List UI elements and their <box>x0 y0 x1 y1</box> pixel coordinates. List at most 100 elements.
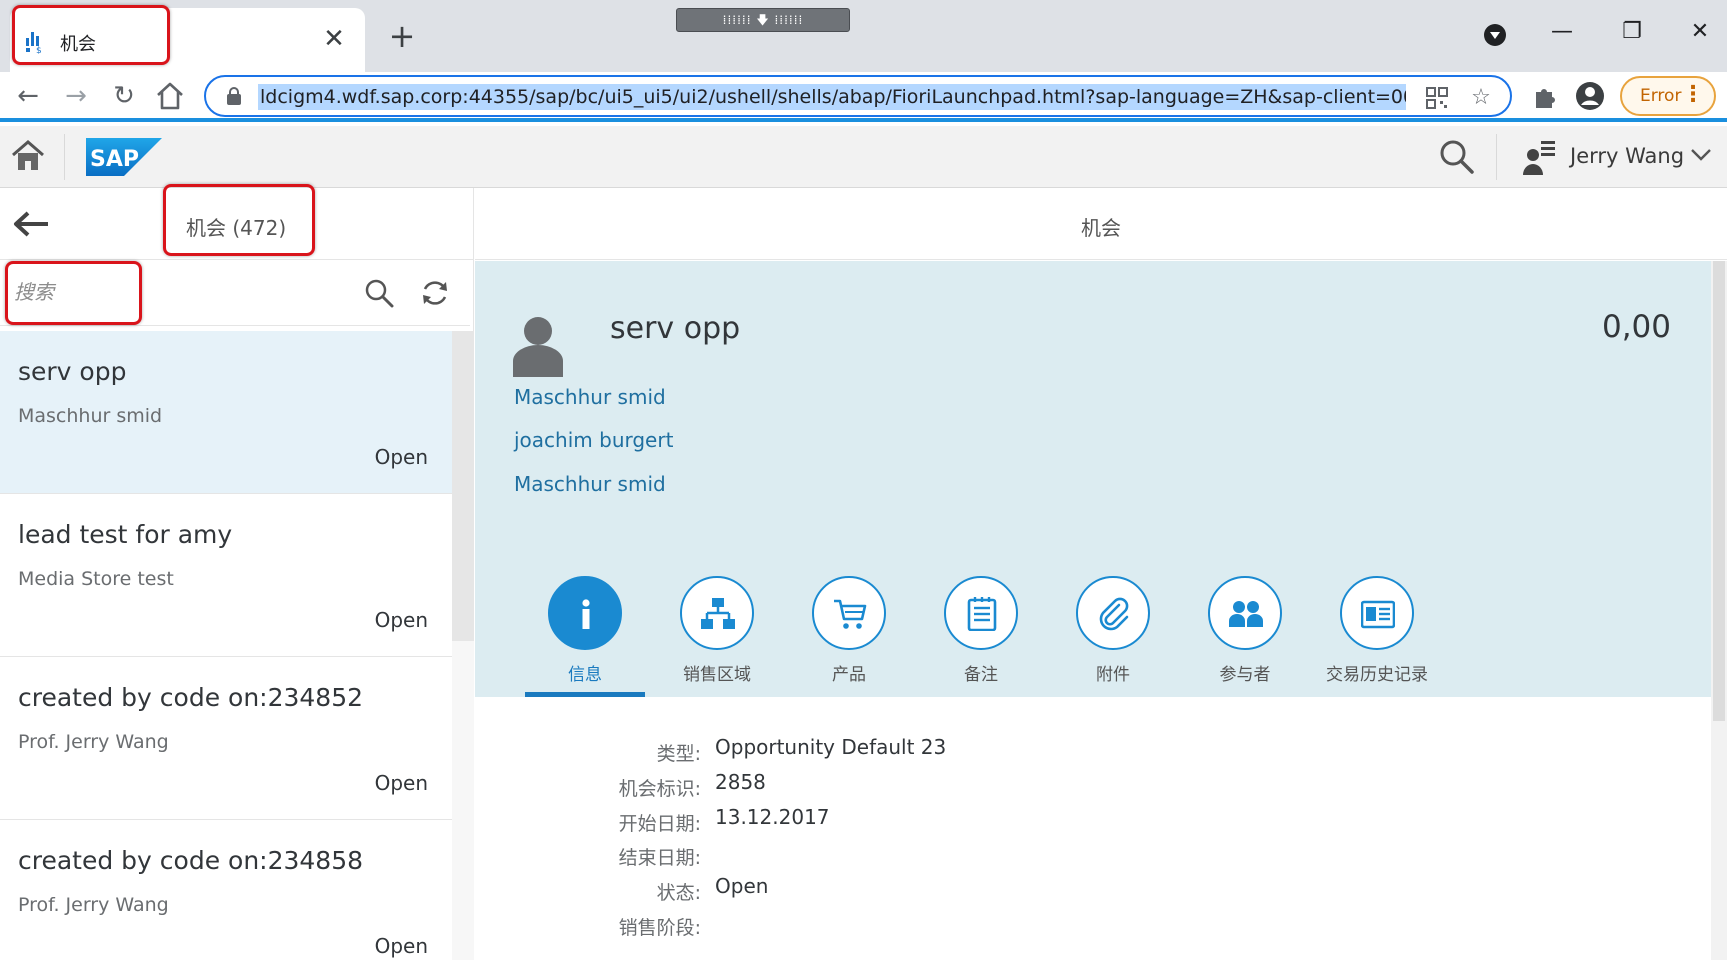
svg-text:SAP: SAP <box>90 147 139 172</box>
detail-scrollbar-thumb[interactable] <box>1713 261 1725 721</box>
paperclip-icon <box>1076 576 1150 650</box>
user-name[interactable]: Jerry Wang <box>1570 144 1684 168</box>
form-label: 机会标识: <box>618 778 701 800</box>
home-button[interactable] <box>152 80 188 112</box>
tab-label: 参与者 <box>1219 665 1271 685</box>
form-value: 13.12.2017 <box>715 805 830 829</box>
item-subtitle: Prof. Jerry Wang <box>18 731 169 753</box>
reload-button[interactable]: ↻ <box>104 76 144 116</box>
tab-products[interactable]: 产品 <box>789 576 909 685</box>
item-subtitle: Media Store test <box>18 568 174 590</box>
window-minimize-button[interactable]: — <box>1540 14 1584 50</box>
cart-icon <box>812 576 886 650</box>
detail-header: 机会 <box>475 188 1727 260</box>
search-input[interactable] <box>14 272 314 312</box>
detail-title: 机会 <box>1081 216 1121 240</box>
profile-avatar-icon[interactable] <box>1574 80 1606 112</box>
tab-title: 机会 <box>60 34 96 55</box>
kebab-menu-icon: ⋮ <box>1682 82 1704 107</box>
form-row-sales-stage: 销售阶段: <box>475 907 1711 939</box>
lock-icon[interactable] <box>226 87 242 105</box>
sap-logo[interactable]: SAP <box>86 138 162 176</box>
item-subtitle: Prof. Jerry Wang <box>18 894 169 916</box>
object-attribute-link[interactable]: Maschhur smid <box>514 472 666 496</box>
form-row-start-date: 开始日期: 13.12.2017 <box>475 803 1711 835</box>
tab-sales-area[interactable]: 销售区域 <box>657 576 777 685</box>
browser-tab-active[interactable]: $ 机会 ✕ <box>10 8 365 72</box>
fiori-shell-bar: SAP Jerry Wang <box>0 126 1727 188</box>
user-menu-icon[interactable] <box>1522 138 1558 176</box>
item-status: Open <box>374 608 428 632</box>
tab-notes[interactable]: 备注 <box>921 576 1041 685</box>
url-text[interactable]: ldcigm4.wdf.sap.corp:44355/sap/bc/ui5_ui… <box>258 84 1406 110</box>
error-status-button[interactable]: Error ⋮ <box>1620 76 1716 116</box>
master-title: 机会 (472) <box>186 216 287 240</box>
list-item[interactable]: created by code on:234858 Prof. Jerry Wa… <box>0 820 452 960</box>
list-item[interactable]: created by code on:234852 Prof. Jerry Wa… <box>0 657 452 820</box>
tab-label: 信息 <box>568 665 602 685</box>
qr-code-icon[interactable] <box>1424 85 1450 111</box>
form-value: Open <box>715 874 769 898</box>
object-number: 0,00 <box>1601 309 1671 345</box>
back-arrow-icon[interactable] <box>12 210 50 238</box>
extensions-icon[interactable] <box>1528 80 1560 112</box>
form-row-type: 类型: Opportunity Default 23 <box>475 733 1711 765</box>
form-label: 开始日期: <box>618 813 701 835</box>
tab-search-icon[interactable] <box>1484 24 1506 46</box>
notes-icon <box>944 576 1018 650</box>
refresh-icon[interactable] <box>420 278 450 308</box>
org-chart-icon <box>680 576 754 650</box>
error-label: Error <box>1640 86 1682 106</box>
tab-close-icon[interactable]: ✕ <box>319 24 349 54</box>
home-icon[interactable] <box>10 138 46 174</box>
list-item[interactable]: serv opp Maschhur smid Open <box>0 331 452 494</box>
list-item[interactable]: lead test for amy Media Store test Open <box>0 494 452 657</box>
tab-transaction-history[interactable]: 交易历史记录 <box>1317 576 1437 685</box>
form-label: 销售阶段: <box>618 917 701 939</box>
back-button[interactable]: ← <box>8 76 48 116</box>
window-restore-button[interactable]: ❐ <box>1610 14 1654 50</box>
window-close-button[interactable]: ✕ <box>1678 14 1722 50</box>
object-header: serv opp 0,00 Maschhur smid joachim burg… <box>475 261 1711 697</box>
browser-toolbar: ← → ↻ ldcigm4.wdf.sap.corp:44355/sap/bc/… <box>0 72 1727 122</box>
shell-search-icon[interactable] <box>1438 138 1476 176</box>
form-value: Opportunity Default 23 <box>715 735 947 759</box>
item-title: serv opp <box>18 357 127 386</box>
form-row-status: 状态: Open <box>475 872 1711 904</box>
form-row-end-date: 结束日期: <box>475 837 1711 869</box>
tab-label: 交易历史记录 <box>1326 665 1428 685</box>
info-form: 类型: Opportunity Default 23 机会标识: 2858 开始… <box>475 697 1711 960</box>
item-status: Open <box>374 771 428 795</box>
info-icon <box>548 576 622 650</box>
browser-tabstrip: $ 机会 ✕ + ⁞⁞⁞⁞⁞⁞ 🡇 ⁞⁞⁞⁞⁞⁞ — ❐ ✕ <box>0 0 1727 72</box>
object-attribute-link[interactable]: Maschhur smid <box>514 385 666 409</box>
tab-label: 备注 <box>964 665 998 685</box>
chevron-down-icon[interactable] <box>1690 148 1712 162</box>
shell-divider <box>64 134 65 180</box>
window-drag-handle[interactable]: ⁞⁞⁞⁞⁞⁞ 🡇 ⁞⁞⁞⁞⁞⁞ <box>676 8 850 32</box>
opportunity-list: serv opp Maschhur smid Open lead test fo… <box>0 331 452 960</box>
group-icon <box>1208 576 1282 650</box>
tab-participants[interactable]: 参与者 <box>1185 576 1305 685</box>
search-icon[interactable] <box>364 278 394 308</box>
tab-label: 产品 <box>832 665 866 685</box>
form-row-opportunity-id: 机会标识: 2858 <box>475 768 1711 800</box>
bookmark-star-icon[interactable]: ☆ <box>1468 85 1494 111</box>
shell-divider <box>1496 134 1497 180</box>
form-value: 2858 <box>715 770 766 794</box>
tab-label: 销售区域 <box>683 665 751 685</box>
id-card-icon <box>1340 576 1414 650</box>
new-tab-button[interactable]: + <box>384 18 420 54</box>
item-title: created by code on:234852 <box>18 683 364 712</box>
master-header: 机会 (472) <box>0 188 474 260</box>
forward-button[interactable]: → <box>56 76 96 116</box>
address-bar[interactable]: ldcigm4.wdf.sap.corp:44355/sap/bc/ui5_ui… <box>204 75 1512 117</box>
object-attribute-link[interactable]: joachim burgert <box>514 428 673 452</box>
item-title: lead test for amy <box>18 520 233 549</box>
item-status: Open <box>374 445 428 469</box>
master-scrollbar-thumb[interactable] <box>452 331 474 641</box>
tab-attachments[interactable]: 附件 <box>1053 576 1173 685</box>
tab-info[interactable]: 信息 <box>525 576 645 685</box>
form-label: 状态: <box>656 882 701 904</box>
form-label: 结束日期: <box>618 847 701 869</box>
